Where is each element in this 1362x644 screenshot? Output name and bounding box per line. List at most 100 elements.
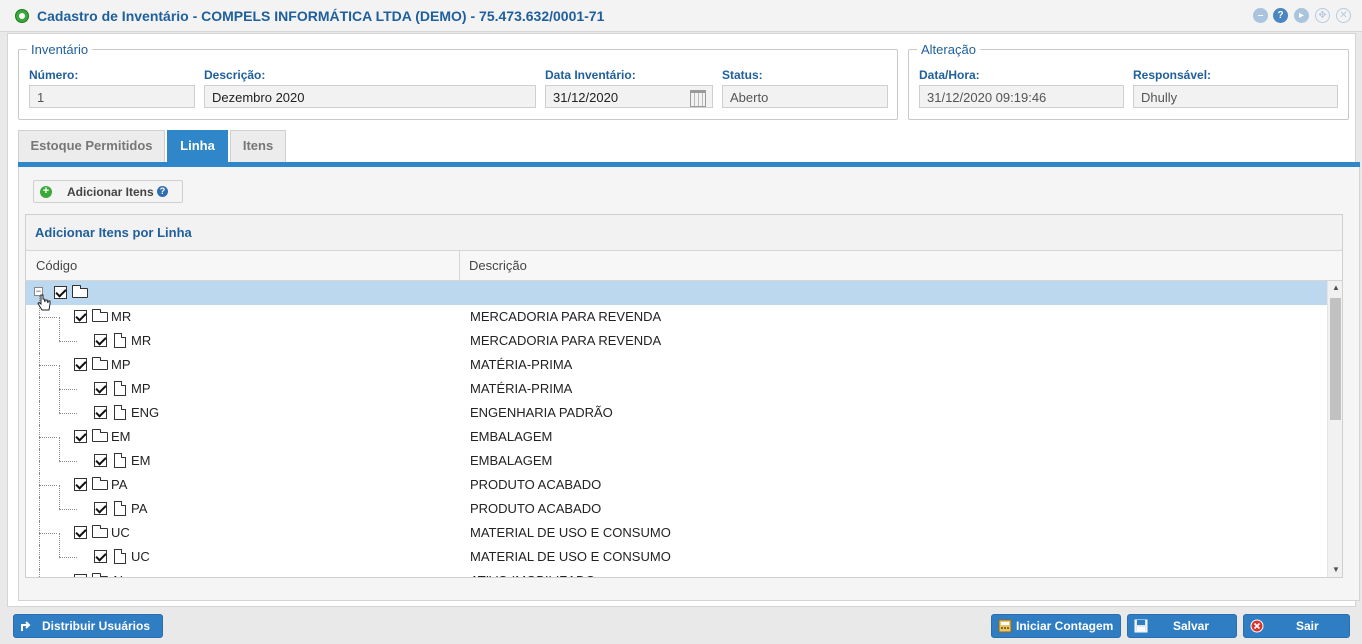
counter-icon <box>998 619 1012 633</box>
tree-checkbox[interactable] <box>74 358 87 371</box>
tab-estoque-permitidos[interactable]: Estoque Permitidos <box>18 130 165 162</box>
status-field[interactable]: Aberto <box>722 85 888 108</box>
tree-leaf-row[interactable]: MR MERCADORIA PARA REVENDA <box>26 317 1327 353</box>
tree-connector <box>39 569 40 577</box>
tree-connector <box>39 473 40 497</box>
tree-folder-row[interactable]: MR MERCADORIA PARA REVENDA <box>26 293 1327 329</box>
iniciar-contagem-button[interactable]: Iniciar Contagem <box>991 614 1121 638</box>
tree-checkbox[interactable] <box>94 406 107 419</box>
salvar-label: Salvar <box>1173 619 1210 633</box>
tree-code: MR <box>111 309 132 324</box>
tree-code: MP <box>131 381 151 396</box>
tree-checkbox[interactable] <box>54 286 67 299</box>
tree-checkbox[interactable] <box>74 526 87 539</box>
tree-description: MATERIAL DE USO E CONSUMO <box>470 549 671 564</box>
folder-icon <box>92 525 108 538</box>
tree-checkbox[interactable] <box>94 502 107 515</box>
tree-root-row[interactable] <box>26 281 1327 305</box>
tree-description: MATERIAL DE USO E CONSUMO <box>470 525 671 540</box>
salvar-button[interactable]: Salvar <box>1127 614 1237 638</box>
responsavel-field[interactable]: Dhully <box>1133 85 1338 108</box>
data-inventario-field[interactable]: 31/12/2020 <box>545 85 713 108</box>
scroll-thumb[interactable] <box>1330 298 1341 420</box>
tree-description: PRODUTO ACABADO <box>470 477 602 492</box>
sair-button[interactable]: Sair <box>1243 614 1350 638</box>
tree-code: MP <box>111 357 131 372</box>
tree-folder-row[interactable]: PA PRODUTO ACABADO <box>26 461 1327 497</box>
tree-folder-row[interactable]: AI ATIVO IMOBILIZADO <box>26 557 1327 577</box>
descricao-field[interactable]: Dezembro 2020 <box>204 85 536 108</box>
inventario-group: Inventário <box>18 42 898 120</box>
tree-leaf-row[interactable]: MP MATÉRIA-PRIMA <box>26 365 1327 401</box>
main-content: Inventário Número: 1 Descrição: Dezembro… <box>7 33 1360 607</box>
numero-field[interactable]: 1 <box>29 85 195 108</box>
tree-checkbox[interactable] <box>94 382 107 395</box>
tree-connector <box>39 425 40 449</box>
sair-label: Sair <box>1296 619 1319 633</box>
status-label: Status: <box>722 68 763 82</box>
adicionar-itens-label: Adicionar Itens <box>67 185 154 199</box>
tree-checkbox[interactable] <box>74 574 87 577</box>
tree-folder-row[interactable]: UC MATERIAL DE USO E CONSUMO <box>26 509 1327 545</box>
column-codigo[interactable]: Código <box>36 251 77 281</box>
tree-checkbox[interactable] <box>94 454 107 467</box>
tab-itens[interactable]: Itens <box>230 130 286 162</box>
tree-connector <box>39 377 40 401</box>
numero-label: Número: <box>29 68 79 82</box>
tree-leaf-row[interactable]: UC MATERIAL DE USO E CONSUMO <box>26 533 1327 569</box>
column-separator <box>459 251 460 281</box>
folder-icon <box>72 285 88 298</box>
tree-connector <box>39 437 57 438</box>
tree-description: ENGENHARIA PADRÃO <box>470 405 613 420</box>
tree-code: UC <box>111 525 130 540</box>
scroll-down-icon[interactable]: ▼ <box>1332 565 1340 574</box>
tree-connector <box>59 317 60 341</box>
help-icon[interactable]: ? <box>157 186 168 197</box>
tree-code: PA <box>111 477 128 492</box>
tree-checkbox[interactable] <box>94 334 107 347</box>
file-icon <box>114 405 126 420</box>
tree-leaf-row[interactable]: EM EMBALAGEM <box>26 437 1327 473</box>
adicionar-itens-button[interactable]: + Adicionar Itens ? <box>33 180 183 203</box>
tree-connector <box>59 557 77 558</box>
tab-linha[interactable]: Linha <box>167 130 228 162</box>
grid-header: Código Descrição <box>26 251 1342 281</box>
tree-connector <box>39 533 57 534</box>
datahora-field[interactable]: 31/12/2020 09:19:46 <box>919 85 1124 108</box>
distribuir-usuarios-button[interactable]: Distribuir Usuários <box>13 614 163 638</box>
tree-leaf-row[interactable]: PA PRODUTO ACABADO <box>26 485 1327 521</box>
vertical-scrollbar[interactable]: ▲ ▼ <box>1327 281 1342 577</box>
help-icon[interactable]: ? <box>1273 8 1288 23</box>
tree-description: MERCADORIA PARA REVENDA <box>470 333 662 348</box>
tree-leaf-row[interactable]: ENG ENGENHARIA PADRÃO <box>26 389 1327 425</box>
descricao-label: Descrição: <box>204 68 266 82</box>
window-titlebar: Cadastro de Inventário - COMPELS INFORMÁ… <box>0 0 1362 32</box>
scroll-up-icon[interactable]: ▲ <box>1332 283 1340 292</box>
tree-checkbox[interactable] <box>74 478 87 491</box>
next-icon[interactable]: ▸ <box>1294 8 1309 23</box>
close-icon[interactable]: ✕ <box>1336 8 1351 23</box>
tree-checkbox[interactable] <box>74 310 87 323</box>
tree-code: EM <box>111 429 131 444</box>
tree-description: MERCADORIA PARA REVENDA <box>470 309 662 324</box>
tree-connector <box>39 353 40 377</box>
tree-code: ENG <box>131 405 160 420</box>
tree-description: ATIVO IMOBILIZADO <box>470 573 595 577</box>
column-descricao[interactable]: Descrição <box>469 251 527 281</box>
tree-code: MR <box>131 333 152 348</box>
tree-connector <box>39 317 57 318</box>
tree-code: AI <box>111 573 123 577</box>
alteracao-legend: Alteração <box>921 42 976 57</box>
tree-checkbox[interactable] <box>74 430 87 443</box>
file-icon <box>114 381 126 396</box>
navigate-icon[interactable]: ✥ <box>1315 8 1330 23</box>
datahora-label: Data/Hora: <box>919 68 980 82</box>
tree-folder-row[interactable]: MP MATÉRIA-PRIMA <box>26 341 1327 377</box>
folder-icon <box>92 429 108 442</box>
tree-connector <box>59 365 60 389</box>
minimize-icon[interactable]: – <box>1253 8 1268 23</box>
tree-folder-row[interactable]: EM EMBALAGEM <box>26 413 1327 449</box>
tree-description: EMBALAGEM <box>470 429 553 444</box>
tree-connector <box>59 437 60 461</box>
tree-checkbox[interactable] <box>94 550 107 563</box>
